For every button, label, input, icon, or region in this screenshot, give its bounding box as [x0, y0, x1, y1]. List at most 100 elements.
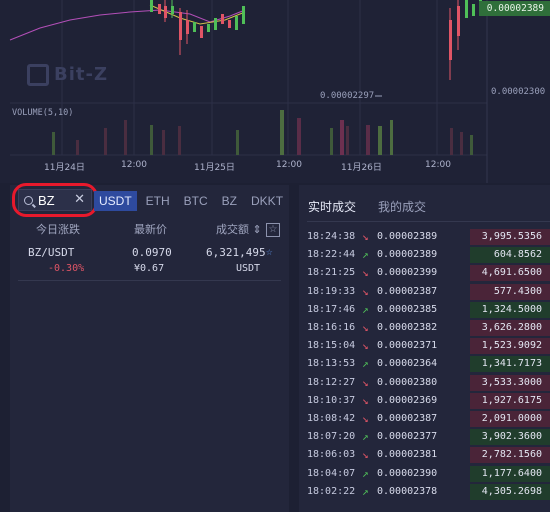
watermark: Bit-Z [54, 64, 109, 85]
trade-amount: 1,177.6400 [481, 467, 542, 479]
arrow-down-icon: ↘ [362, 393, 369, 407]
pair-volume: 6,321,495 [206, 246, 266, 259]
x-label: 11月26日 [341, 163, 382, 173]
trade-row: 18:12:27 ↘ 0.00002380 3,533.3000 [307, 374, 550, 391]
trade-amount: 1,927.6175 [481, 394, 542, 406]
x-label: 11月24日 [44, 163, 85, 173]
trade-time: 18:15:04 [307, 340, 356, 352]
trade-time: 18:04:07 [307, 467, 356, 479]
trade-row: 18:07:20 ↗ 0.00002377 3,902.3600 [307, 429, 550, 446]
trade-row: 18:10:37 ↘ 0.00002369 1,927.6175 [307, 392, 550, 409]
trade-amount: 4,305.2698 [481, 485, 542, 497]
trade-row: 18:17:46 ↗ 0.00002385 1,324.5000 [307, 301, 550, 318]
header-change[interactable]: 今日涨跌 [36, 221, 80, 237]
trade-time: 18:19:33 [307, 285, 356, 297]
trade-time: 18:13:53 [307, 358, 356, 370]
price-axis-label: 0.00002300 [491, 87, 546, 97]
star-icon[interactable]: ☆ [266, 245, 273, 258]
trade-amount: 4,691.6500 [481, 267, 542, 279]
arrow-down-icon: ↘ [362, 375, 369, 389]
tab-realtime-trades[interactable]: 实时成交 [308, 198, 356, 215]
trade-time: 18:12:27 [307, 376, 356, 388]
arrow-down-icon: ↘ [362, 339, 369, 353]
trade-amount: 3,533.3000 [481, 376, 542, 388]
trade-row: 18:04:07 ↗ 0.00002390 1,177.6400 [307, 465, 550, 482]
x-label: 12:00 [121, 160, 147, 170]
trade-price: 0.00002364 [377, 358, 438, 370]
header-volume[interactable]: 成交额 ⇕ [216, 221, 262, 237]
arrow-up-icon: ↗ [362, 466, 369, 480]
arrow-down-icon: ↘ [362, 230, 369, 243]
trade-amount: 604.8562 [493, 249, 542, 261]
trade-price: 0.00002382 [377, 322, 438, 333]
trade-row: 18:08:42 ↘ 0.00002387 2,091.0000 [307, 411, 550, 427]
trade-amount: 577.4300 [493, 285, 542, 297]
arrow-up-icon: ↗ [362, 302, 369, 316]
kline-svg [9, 0, 488, 183]
current-price-tag: 0.00002389 [478, 1, 550, 16]
pair-change: -0.30% [48, 263, 85, 274]
kline-chart[interactable]: Bit-Z 0.00002389 0.00002297 0.00002300 V… [0, 0, 550, 183]
volume-bars [52, 110, 473, 155]
trade-row: 18:15:04 ↘ 0.00002371 1,523.9092 [307, 338, 550, 355]
trade-amount: 3,902.3600 [481, 431, 542, 443]
tab-eth[interactable]: ETH [141, 191, 175, 211]
trade-time: 18:16:16 [307, 322, 356, 333]
trade-row: 18:24:38 ↘ 0.00002389 3,995.5356 [307, 229, 550, 245]
tab-bz[interactable]: BZ [217, 191, 242, 211]
header-last-price[interactable]: 最新价 [134, 221, 167, 237]
trade-time: 18:06:03 [307, 449, 356, 461]
trade-time: 18:08:42 [307, 413, 356, 424]
arrow-up-icon: ↗ [362, 248, 369, 262]
trade-amount: 3,995.5356 [481, 231, 542, 242]
trade-time: 18:02:22 [307, 485, 356, 497]
divider [18, 280, 281, 281]
trade-time: 18:07:20 [307, 431, 356, 443]
divider [307, 221, 550, 222]
trade-amount: 2,782.1560 [481, 449, 542, 461]
trade-row: 18:06:03 ↘ 0.00002381 2,782.1560 [307, 447, 550, 464]
market-tabs: USDT ETH BTC BZ DKKT [94, 191, 288, 211]
trade-time: 18:22:44 [307, 249, 356, 261]
candles [150, 0, 482, 80]
volume-label: VOLUME(5,10) [12, 108, 74, 118]
trade-price: 0.00002390 [377, 467, 438, 479]
trade-price: 0.00002380 [377, 376, 438, 388]
market-panel: BZ ✕ USDT ETH BTC BZ DKKT 今日涨跌 最新价 成交额 ⇕… [10, 183, 289, 512]
trade-row: 18:19:33 ↘ 0.00002387 577.4300 [307, 283, 550, 300]
x-label: 12:00 [425, 160, 451, 170]
tab-my-trades[interactable]: 我的成交 [378, 198, 426, 215]
pair-volume-unit: USDT [236, 263, 261, 274]
trade-time: 18:10:37 [307, 394, 356, 406]
trade-amount: 2,091.0000 [481, 413, 542, 424]
tab-usdt[interactable]: USDT [94, 191, 137, 211]
pair-price-cny: ¥0.67 [134, 263, 165, 274]
arrow-down-icon: ↘ [362, 284, 369, 298]
highlight-annotation [12, 183, 98, 217]
arrow-down-icon: ↘ [362, 412, 369, 425]
trade-price: 0.00002371 [377, 340, 438, 352]
trade-row: 18:21:25 ↘ 0.00002399 4,691.6500 [307, 265, 550, 282]
pair-name: BZ/USDT [28, 246, 75, 259]
trade-price: 0.00002377 [377, 431, 438, 443]
arrow-down-icon: ↘ [362, 266, 369, 280]
trade-amount: 1,523.9092 [481, 340, 542, 352]
trade-price: 0.00002378 [377, 485, 438, 497]
trade-price: 0.00002387 [377, 413, 438, 424]
trade-time: 18:24:38 [307, 231, 356, 242]
arrow-up-icon: ↗ [362, 484, 369, 498]
trade-price: 0.00002387 [377, 285, 438, 297]
low-price-marker: 0.00002297 [320, 91, 375, 101]
arrow-up-icon: ↗ [362, 430, 369, 444]
trade-time: 18:17:46 [307, 303, 356, 315]
tab-btc[interactable]: BTC [179, 191, 213, 211]
trade-time: 18:21:25 [307, 267, 356, 279]
trade-amount: 1,324.5000 [481, 303, 542, 315]
trade-price: 0.00002389 [377, 231, 438, 242]
trade-row: 18:02:22 ↗ 0.00002378 4,305.2698 [307, 483, 550, 500]
trade-price: 0.00002369 [377, 394, 438, 406]
trade-row: 18:16:16 ↘ 0.00002382 3,626.2800 [307, 320, 550, 336]
trade-price: 0.00002399 [377, 267, 438, 279]
favorite-star-icon[interactable]: ☆ [266, 223, 280, 237]
tab-dkkt[interactable]: DKKT [246, 191, 288, 211]
